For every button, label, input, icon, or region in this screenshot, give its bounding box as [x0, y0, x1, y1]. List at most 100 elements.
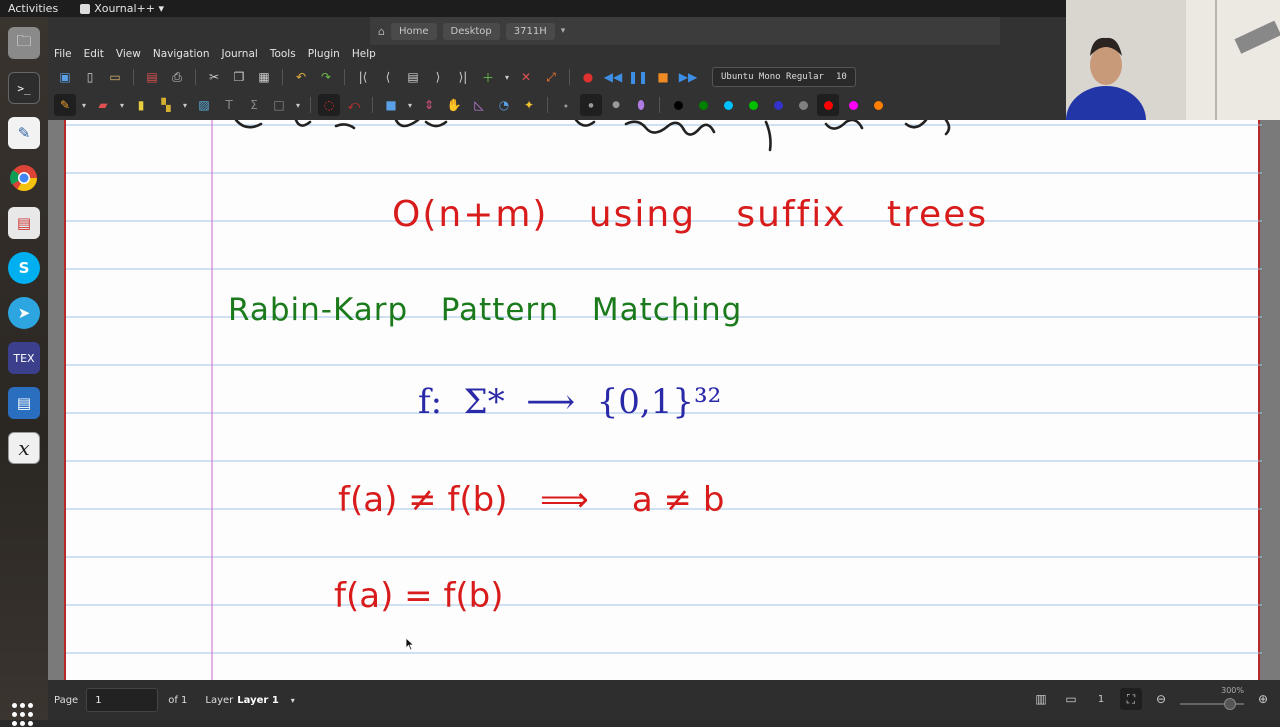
menu-plugin[interactable]: Plugin	[308, 48, 340, 60]
stop-icon[interactable]: ■	[652, 66, 674, 88]
pen-icon[interactable]: ✎	[54, 94, 76, 116]
font-selector[interactable]: Ubuntu Mono Regular 10	[712, 67, 856, 87]
menu-journal[interactable]: Journal	[221, 48, 257, 60]
chevron-down-icon[interactable]: ▾	[180, 94, 190, 116]
setsquare-icon[interactable]: ◺	[468, 94, 490, 116]
copy-icon[interactable]: ❐	[228, 66, 250, 88]
compass-icon[interactable]: ◔	[493, 94, 515, 116]
laser-pointer-icon[interactable]: ✦	[518, 94, 540, 116]
activities-button[interactable]: Activities	[0, 2, 66, 15]
eraser-icon[interactable]: ▰	[92, 94, 114, 116]
zoom-slider[interactable]: 300%	[1180, 686, 1244, 710]
redo-icon[interactable]: ↷	[315, 66, 337, 88]
chevron-down-icon[interactable]: ▾	[117, 94, 127, 116]
skype-icon[interactable]: S	[8, 252, 40, 284]
rectangle-icon[interactable]: ■	[380, 94, 402, 116]
print-icon[interactable]: ⎙	[166, 66, 188, 88]
latex-tool-icon[interactable]: Σ	[243, 94, 265, 116]
menu-tools[interactable]: Tools	[270, 48, 296, 60]
zoom-slider-handle[interactable]	[1224, 698, 1236, 710]
fullscreen-icon[interactable]: ⤢	[540, 66, 562, 88]
crumb-home[interactable]: Home	[390, 22, 437, 40]
open-icon[interactable]: ▭	[104, 66, 126, 88]
text-editor-icon[interactable]: ✎	[8, 117, 40, 149]
toolbar-separator	[310, 97, 311, 113]
color-blue-swatch[interactable]	[767, 94, 789, 116]
rewind-icon[interactable]: ◀◀	[602, 66, 624, 88]
chevron-down-icon[interactable]: ▾	[405, 94, 415, 116]
menu-view[interactable]: View	[116, 48, 141, 60]
fast-forward-icon[interactable]: ▶▶	[677, 66, 699, 88]
hand-icon[interactable]: ✋	[443, 94, 465, 116]
color-green-swatch[interactable]	[692, 94, 714, 116]
writer-icon[interactable]: ▤	[8, 387, 40, 419]
terminal-icon[interactable]: >_	[8, 72, 40, 104]
first-page-icon[interactable]: |⟨	[352, 66, 374, 88]
pause-icon[interactable]: ❚❚	[627, 66, 649, 88]
new-document-icon[interactable]: ▯	[79, 66, 101, 88]
crumb-folder[interactable]: 3711H	[505, 22, 555, 40]
color-lightgreen-swatch[interactable]	[742, 94, 764, 116]
layer-selector[interactable]: Layer 1	[237, 695, 278, 706]
page-number-input[interactable]: 1	[86, 688, 159, 712]
zoom-fit-icon[interactable]: ⛶	[1120, 688, 1142, 710]
zoom-in-icon[interactable]: ⊕	[1252, 688, 1274, 710]
app-menu-label: Xournal++ ▾	[94, 2, 164, 15]
next-page-icon[interactable]: ⟩	[427, 66, 449, 88]
menu-file[interactable]: File	[54, 48, 72, 60]
crumb-desktop[interactable]: Desktop	[442, 22, 500, 40]
menu-navigation[interactable]: Navigation	[153, 48, 210, 60]
chevron-down-icon[interactable]: ▾	[291, 696, 295, 705]
chrome-icon[interactable]	[8, 162, 40, 194]
continuous-view-icon[interactable]: ▭	[1060, 688, 1082, 710]
fill-icon[interactable]: ⬮	[630, 94, 652, 116]
vertical-space-icon[interactable]: ⇕	[418, 94, 440, 116]
menu-edit[interactable]: Edit	[84, 48, 104, 60]
shape-icon[interactable]: □	[268, 94, 290, 116]
chevron-down-icon[interactable]: ▾	[79, 94, 89, 116]
ruler-icon[interactable]: ⤺	[343, 94, 365, 116]
paste-icon[interactable]: ▦	[253, 66, 275, 88]
document-viewer-icon[interactable]: ▤	[8, 207, 40, 239]
export-pdf-icon[interactable]: ▤	[141, 66, 163, 88]
color-black-swatch[interactable]	[667, 94, 689, 116]
goto-page-icon[interactable]: ▤	[402, 66, 424, 88]
color-magenta-swatch[interactable]	[842, 94, 864, 116]
line-medium-icon[interactable]: ●	[580, 94, 602, 116]
save-icon[interactable]: ▣	[54, 66, 76, 88]
notebook-page[interactable]: O(n+m) using suffix trees Rabin-Karp Pat…	[64, 120, 1262, 680]
telegram-icon[interactable]: ➤	[8, 297, 40, 329]
chevron-down-icon[interactable]: ▾	[561, 26, 566, 36]
document-canvas[interactable]: O(n+m) using suffix trees Rabin-Karp Pat…	[48, 120, 1280, 680]
menu-help[interactable]: Help	[352, 48, 376, 60]
last-page-icon[interactable]: ⟩|	[452, 66, 474, 88]
files-icon[interactable]: 🗀	[8, 27, 40, 59]
text-tool-icon[interactable]: T	[218, 94, 240, 116]
color-lightblue-swatch[interactable]	[717, 94, 739, 116]
select-region-icon[interactable]: ▚	[155, 94, 177, 116]
undo-icon[interactable]: ↶	[290, 66, 312, 88]
zoom-out-icon[interactable]: ⊖	[1150, 688, 1172, 710]
shape-recognizer-icon[interactable]: ◌	[318, 94, 340, 116]
color-red-swatch[interactable]	[817, 94, 839, 116]
delete-page-icon[interactable]: ✕	[515, 66, 537, 88]
xournal-dock-icon[interactable]: 𝑥	[8, 432, 40, 464]
line-thin-icon[interactable]: ●	[555, 94, 577, 116]
image-icon[interactable]: ▨	[193, 94, 215, 116]
zoom-100-icon[interactable]: 1	[1090, 688, 1112, 710]
chevron-down-icon[interactable]: ▾	[502, 66, 512, 88]
line-thick-icon[interactable]: ●	[605, 94, 627, 116]
chevron-down-icon[interactable]: ▾	[293, 94, 303, 116]
insert-page-icon[interactable]: ＋	[477, 66, 499, 88]
previous-page-icon[interactable]: ⟨	[377, 66, 399, 88]
cut-icon[interactable]: ✂	[203, 66, 225, 88]
record-icon[interactable]: ●	[577, 66, 599, 88]
show-apps-icon[interactable]	[12, 703, 36, 727]
app-menu-button[interactable]: Xournal++ ▾	[80, 2, 164, 15]
color-orange-swatch[interactable]	[867, 94, 889, 116]
toolbar-separator	[133, 69, 134, 85]
texstudio-icon[interactable]: TEX	[8, 342, 40, 374]
color-gray-swatch[interactable]	[792, 94, 814, 116]
dual-page-icon[interactable]: ▥	[1030, 688, 1052, 710]
highlighter-icon[interactable]: ▮	[130, 94, 152, 116]
